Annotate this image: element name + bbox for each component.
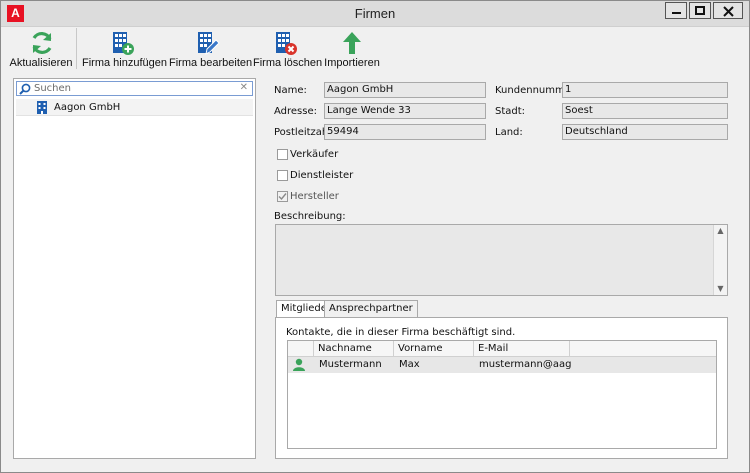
- import-button[interactable]: Importieren: [323, 28, 381, 71]
- building-edit-icon: [198, 32, 220, 55]
- seller-checkbox-label: Verkäufer: [290, 149, 339, 160]
- members-table: Nachname Vorname E-Mail Mustermann Max m…: [287, 340, 717, 449]
- cell-lastname: Mustermann: [319, 359, 382, 370]
- delete-company-button[interactable]: Firma löschen: [253, 28, 323, 71]
- import-label: Importieren: [324, 57, 380, 69]
- firmen-window: A Firmen Aktualisieren Firma hinzufügen …: [0, 0, 750, 473]
- clear-search-icon[interactable]: ✕: [240, 82, 248, 93]
- edit-company-button[interactable]: Firma bearbeiten: [169, 28, 253, 71]
- description-label: Beschreibung:: [274, 211, 346, 222]
- column-header-email[interactable]: E-Mail: [474, 341, 570, 357]
- arrow-up-icon: [343, 32, 361, 54]
- cell-firstname: Max: [399, 359, 420, 370]
- search-icon: [19, 83, 31, 95]
- manufacturer-checkbox[interactable]: [277, 191, 288, 202]
- description-field[interactable]: ▲ ▼: [275, 224, 728, 296]
- refresh-icon: [32, 32, 52, 54]
- table-row[interactable]: Mustermann Max mustermann@aago…: [288, 357, 716, 373]
- maximize-button[interactable]: [689, 2, 711, 19]
- checkmark-icon: [278, 193, 287, 201]
- toolbar-separator: [76, 28, 77, 69]
- person-icon: [293, 358, 305, 371]
- list-item[interactable]: Aagon GmbH: [16, 99, 253, 116]
- members-panel: Kontakte, die in dieser Firma beschäftig…: [275, 317, 728, 459]
- city-label: Stadt:: [495, 106, 526, 117]
- refresh-label: Aktualisieren: [9, 57, 73, 69]
- cell-email: mustermann@aago…: [479, 359, 571, 370]
- service-provider-checkbox-label: Dienstleister: [290, 170, 354, 181]
- column-header-icon: [288, 341, 314, 357]
- search-placeholder: Suchen: [34, 83, 72, 94]
- company-name: Aagon GmbH: [54, 102, 121, 113]
- building-delete-icon: [276, 32, 297, 55]
- table-header: Nachname Vorname E-Mail: [288, 341, 716, 357]
- add-company-label: Firma hinzufügen: [82, 57, 167, 69]
- delete-company-label: Firma löschen: [253, 57, 323, 69]
- edit-company-label: Firma bearbeiten: [169, 57, 253, 69]
- minimize-icon: [672, 12, 681, 14]
- scroll-up-icon[interactable]: ▲: [714, 225, 727, 237]
- name-label: Name:: [274, 85, 307, 96]
- building-icon: [37, 101, 47, 114]
- city-field[interactable]: Soest: [562, 103, 728, 119]
- service-provider-checkbox[interactable]: [277, 170, 288, 181]
- name-field[interactable]: Aagon GmbH: [324, 82, 486, 98]
- window-title: Firmen: [354, 6, 396, 21]
- close-button[interactable]: [713, 2, 743, 19]
- search-input[interactable]: Suchen ✕: [16, 81, 253, 96]
- refresh-button[interactable]: Aktualisieren: [9, 28, 73, 71]
- maximize-icon: [695, 6, 705, 15]
- description-scrollbar[interactable]: ▲ ▼: [713, 225, 727, 295]
- country-field[interactable]: Deutschland: [562, 124, 728, 140]
- column-header-lastname[interactable]: Nachname: [314, 341, 394, 357]
- address-label: Adresse:: [274, 106, 317, 117]
- close-icon: [723, 6, 734, 17]
- building-add-icon: [113, 32, 134, 55]
- seller-checkbox[interactable]: [277, 149, 288, 160]
- tab-contacts[interactable]: Ansprechpartner: [324, 300, 418, 317]
- column-header-firstname[interactable]: Vorname: [394, 341, 474, 357]
- scroll-down-icon[interactable]: ▼: [714, 283, 727, 295]
- customer-number-field[interactable]: 1: [562, 82, 728, 98]
- address-field[interactable]: Lange Wende 33: [324, 103, 486, 119]
- title-bar[interactable]: A Firmen: [1, 1, 749, 27]
- zip-field[interactable]: 59494: [324, 124, 486, 140]
- company-list-panel: Suchen ✕ Aagon GmbH: [13, 78, 256, 459]
- manufacturer-checkbox-label: Hersteller: [290, 191, 339, 202]
- members-description: Kontakte, die in dieser Firma beschäftig…: [286, 327, 516, 338]
- add-company-button[interactable]: Firma hinzufügen: [82, 28, 167, 71]
- minimize-button[interactable]: [665, 2, 687, 19]
- country-label: Land:: [495, 127, 523, 138]
- toolbar: Aktualisieren Firma hinzufügen Firma bea…: [9, 28, 749, 71]
